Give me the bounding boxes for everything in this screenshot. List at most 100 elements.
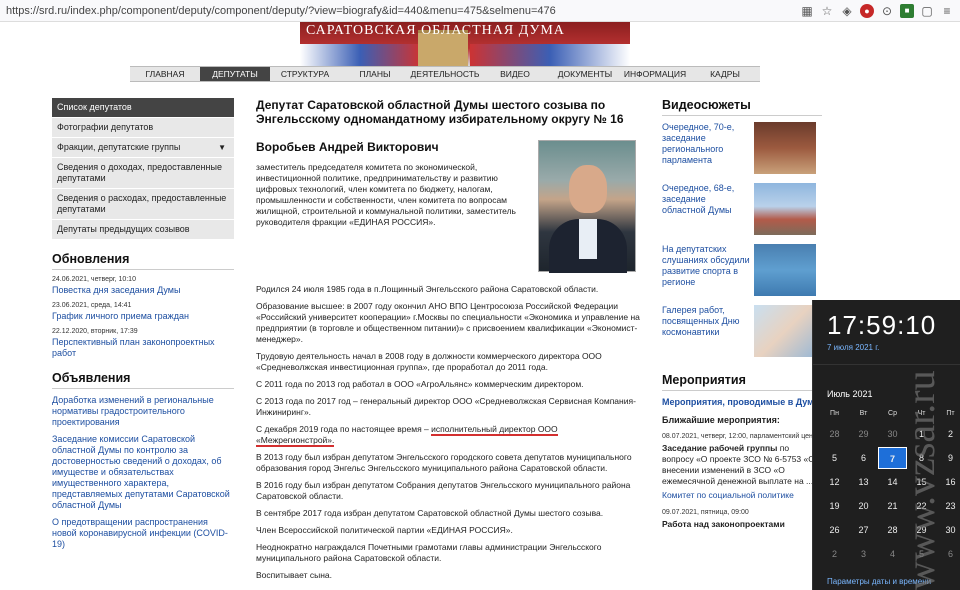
- bio-district-assembly: В 2016 году был избран депутатом Собрани…: [256, 480, 631, 501]
- extensions-icon[interactable]: ▢: [920, 4, 934, 18]
- nav-deputies[interactable]: ДЕПУТАТЫ: [200, 67, 270, 81]
- deputies-menu: Список депутатов Фотографии депутатов Фр…: [52, 98, 234, 240]
- updates-list: 24.06.2021, четверг, 10:10 Повестка дня …: [52, 276, 234, 359]
- events-link[interactable]: Мероприятия, проводимые в Думе: [662, 397, 822, 407]
- left-sidebar: Список депутатов Фотографии депутатов Фр…: [52, 98, 234, 556]
- menu-previous-deputies[interactable]: Депутаты предыдущих созывов: [52, 220, 234, 240]
- calendar-day[interactable]: 20: [849, 495, 878, 517]
- bio-awards: Неоднократно награждался Почетными грамо…: [256, 542, 602, 563]
- bio-party: Член Всероссийской политической партии «…: [256, 525, 513, 535]
- bio-agroalliance: С 2011 года по 2013 год работал в ООО «А…: [256, 379, 584, 389]
- announcement-link[interactable]: Доработка изменений в региональные норма…: [52, 395, 234, 428]
- video-thumbnail[interactable]: [754, 183, 816, 235]
- banner-flag-right: [470, 44, 630, 66]
- weekday-label: Пн: [830, 410, 839, 417]
- bio-svsk: С 2013 года по 2017 год – генеральный ди…: [256, 396, 636, 417]
- calendar-day[interactable]: 6: [849, 447, 878, 469]
- menu-income[interactable]: Сведения о доходах, предоставленные депу…: [52, 158, 234, 189]
- url-field[interactable]: https://srd.ru/index.php/component/deput…: [0, 5, 800, 17]
- bio-birth: Родился 24 июля 1985 года в п.Лощинный Э…: [256, 284, 599, 294]
- video-link[interactable]: Очередное, 70-е, заседание регионального…: [662, 122, 750, 174]
- star-icon[interactable]: ☆: [820, 4, 834, 18]
- right-sidebar: Видеосюжеты Очередное, 70-е, заседание р…: [662, 98, 822, 530]
- update-link[interactable]: График личного приема граждан: [52, 311, 234, 322]
- video-item[interactable]: Очередное, 68-е, заседание областной Дум…: [662, 183, 822, 235]
- bio-current-job: С декабря 2019 года по настоящее время –…: [256, 424, 640, 447]
- event-committee-link[interactable]: Комитет по социальной политике: [662, 490, 822, 501]
- video-link[interactable]: На депутатских слушаниях обсудили развит…: [662, 244, 750, 296]
- extension-red-icon[interactable]: ●: [860, 3, 874, 18]
- video-item[interactable]: Очередное, 70-е, заседание регионального…: [662, 122, 822, 174]
- update-date: 23.06.2021, среда, 14:41: [52, 302, 132, 309]
- extension-lock-icon[interactable]: ⊙: [880, 4, 894, 18]
- menu-factions[interactable]: Фракции, депутатские группы: [52, 138, 234, 158]
- calendar-day[interactable]: 19: [820, 495, 849, 517]
- bio-family: Воспитывает сына.: [256, 570, 332, 580]
- extension-green-icon[interactable]: ■: [900, 3, 914, 18]
- calendar-day[interactable]: 2: [820, 543, 849, 565]
- video-link[interactable]: Очередное, 68-е, заседание областной Дум…: [662, 183, 750, 235]
- weekday-label: Вт: [859, 410, 868, 417]
- calendar-day[interactable]: 12: [820, 471, 849, 493]
- shield-icon[interactable]: ◈: [840, 4, 854, 18]
- current-job-title: исполнительный директор ООО: [431, 424, 558, 436]
- site-banner: САРАТОВСКАЯ ОБЛАСТНАЯ ДУМА: [300, 22, 630, 66]
- watermark: www.vzsar.ru: [898, 370, 943, 590]
- calendar-day[interactable]: 28: [820, 423, 849, 445]
- current-job-prefix: С декабря 2019 года по настоящее время –: [256, 424, 432, 434]
- announcement-link[interactable]: О предотвращении распространения новой к…: [52, 517, 234, 550]
- browser-address-bar: https://srd.ru/index.php/component/deput…: [0, 0, 960, 22]
- nav-documents[interactable]: ДОКУМЕНТЫ: [550, 67, 620, 81]
- event-date: 08.07.2021, четверг, 12:00, парламентски…: [662, 433, 820, 440]
- calendar-day[interactable]: 26: [820, 519, 849, 541]
- menu-deputies-photos[interactable]: Фотографии депутатов: [52, 118, 234, 138]
- video-thumbnail[interactable]: [754, 244, 816, 296]
- bio-education: Образование высшее: в 2007 году окончил …: [256, 301, 640, 344]
- upcoming-events-heading: Ближайшие мероприятия:: [662, 415, 780, 425]
- menu-deputies-list[interactable]: Список депутатов: [52, 98, 234, 118]
- deputy-photo: [538, 140, 636, 273]
- video-item[interactable]: Галерея работ, посвященных Дню космонавт…: [662, 305, 822, 357]
- calendar-day[interactable]: 29: [849, 423, 878, 445]
- banner-title: САРАТОВСКАЯ ОБЛАСТНАЯ ДУМА: [306, 23, 565, 38]
- calendar-day[interactable]: 13: [849, 471, 878, 493]
- video-item[interactable]: На депутатских слушаниях обсудили развит…: [662, 244, 822, 296]
- menu-expenses[interactable]: Сведения о расходах, предоставленные деп…: [52, 189, 234, 220]
- calendar-day[interactable]: 5: [820, 447, 849, 469]
- nav-information[interactable]: ИНФОРМАЦИЯ: [620, 67, 690, 81]
- nav-plans[interactable]: ПЛАНЫ: [340, 67, 410, 81]
- event-description: Заседание рабочей группы по вопросу «О п…: [662, 443, 822, 487]
- update-link[interactable]: Повестка дня заседания Думы: [52, 285, 234, 296]
- calendar-day[interactable]: 3: [849, 543, 878, 565]
- calendar-day[interactable]: 27: [849, 519, 878, 541]
- page-title: Депутат Саратовской областной Думы шесто…: [256, 98, 624, 126]
- update-date: 24.06.2021, четверг, 10:10: [52, 276, 136, 283]
- nav-staff[interactable]: КАДРЫ: [690, 67, 760, 81]
- announcements-list: Доработка изменений в региональные норма…: [52, 395, 234, 550]
- video-link[interactable]: Галерея работ, посвященных Дню космонавт…: [662, 305, 750, 357]
- nav-home[interactable]: ГЛАВНАЯ: [130, 67, 200, 81]
- update-date: 22.12.2020, вторник, 17:39: [52, 328, 138, 335]
- bio-regional-duma: В сентябре 2017 года избран депутатом Са…: [256, 508, 604, 518]
- deputy-positions: заместитель председателя комитета по эко…: [256, 162, 516, 227]
- video-thumbnail[interactable]: [754, 122, 816, 174]
- event-date: 09.07.2021, пятница, 09:00: [662, 509, 749, 516]
- video-thumbnail[interactable]: [754, 305, 816, 357]
- update-link[interactable]: Перспективный план законопроектных работ: [52, 337, 234, 359]
- nav-activity[interactable]: ДЕЯТЕЛЬНОСТЬ: [410, 67, 480, 81]
- photo-shirt: [579, 219, 597, 259]
- events-title: Мероприятия: [662, 373, 822, 391]
- main-content: Депутат Саратовской областной Думы шесто…: [256, 98, 640, 581]
- photo-face: [569, 165, 607, 213]
- event-title: Заседание рабочей группы: [662, 443, 778, 453]
- nav-video[interactable]: ВИДЕО: [480, 67, 550, 81]
- bio-career-start: Трудовую деятельность начал в 2008 году …: [256, 351, 602, 372]
- nav-structure[interactable]: СТРУКТУРА: [270, 67, 340, 81]
- grid-icon[interactable]: ▦: [800, 4, 814, 18]
- videos-title: Видеосюжеты: [662, 98, 822, 116]
- updates-title: Обновления: [52, 252, 234, 270]
- main-navigation: ГЛАВНАЯ ДЕПУТАТЫ СТРУКТУРА ПЛАНЫ ДЕЯТЕЛЬ…: [130, 66, 760, 82]
- announcements-title: Объявления: [52, 371, 234, 389]
- menu-icon[interactable]: ≡: [940, 4, 954, 18]
- announcement-link[interactable]: Заседание комиссии Саратовской областной…: [52, 434, 234, 511]
